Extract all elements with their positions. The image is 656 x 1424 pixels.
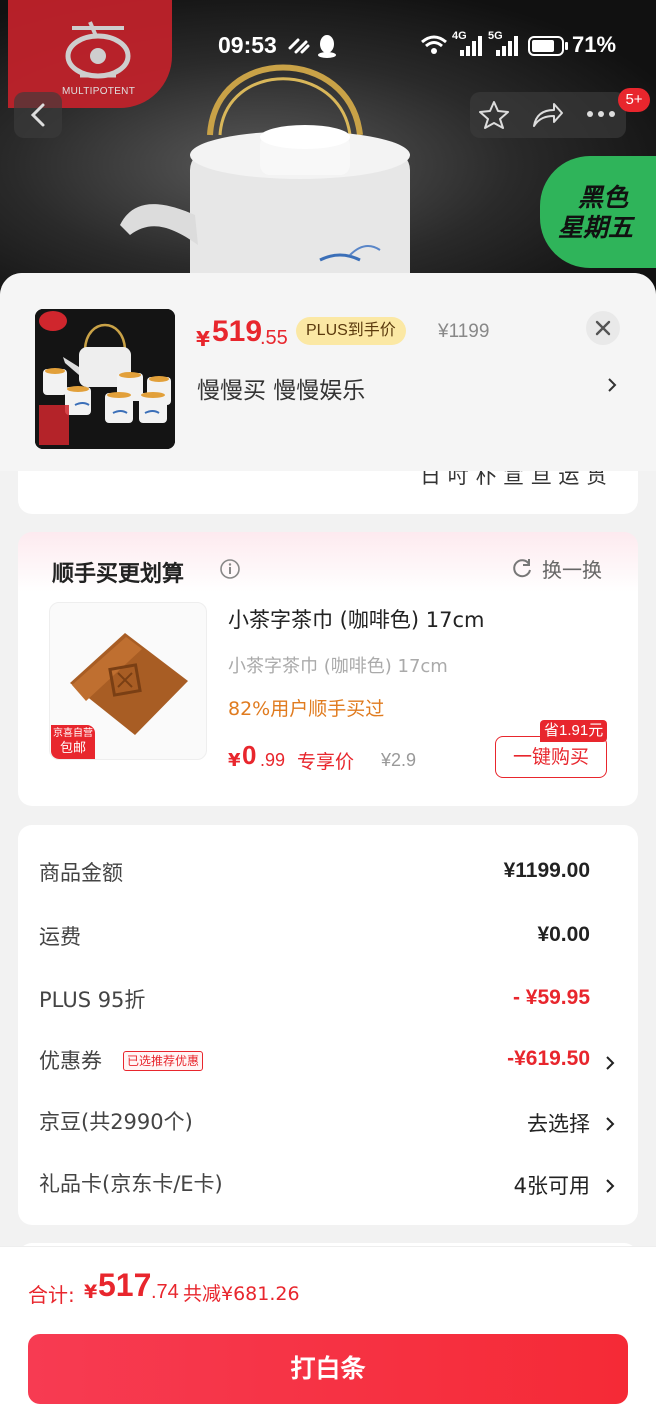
addon-badge-line2: 包邮 — [59, 741, 86, 756]
wifi-icon — [421, 35, 447, 54]
close-icon — [595, 320, 611, 336]
summary-label: 优惠券 — [39, 1049, 102, 1073]
addon-item-name[interactable]: 小茶字茶巾 (咖啡色) 17cm — [228, 604, 484, 634]
back-button[interactable] — [14, 92, 62, 138]
signal-5g-icon — [496, 36, 518, 56]
total-integer: 517 — [98, 1267, 152, 1303]
refresh-icon — [513, 559, 531, 578]
original-price: ¥1199 — [438, 321, 490, 342]
promo-line-2: 星期五 — [558, 213, 634, 242]
chevron-left-icon — [30, 103, 45, 127]
status-time: 09:53 — [218, 32, 277, 58]
product-thumbnail — [35, 309, 175, 449]
addon-item-spec: 小茶字茶巾 (咖啡色) 17cm — [228, 656, 448, 677]
summary-row-plus-discount: PLUS 95折 - ¥59.95 — [18, 980, 638, 1020]
summary-value: -¥619.50 — [507, 1047, 590, 1070]
price-decimal: .55 — [260, 327, 288, 349]
chevron-right-icon — [606, 1179, 615, 1193]
qq-icon — [318, 35, 336, 58]
black-friday-badge[interactable]: 黑色 星期五 — [540, 156, 656, 268]
swap-label: 换一换 — [542, 558, 602, 582]
summary-row-giftcard[interactable]: 礼品卡(京东卡/E卡) 4张可用 — [18, 1164, 638, 1204]
product-header: ¥ 519 .55 PLUS到手价 ¥1199 慢慢买 慢慢娱乐 — [0, 273, 656, 471]
price-integer: 519 — [212, 315, 263, 348]
status-bar: 09:53 4G 5G 71% — [0, 28, 656, 64]
total-label: 合计: — [28, 1283, 75, 1307]
summary-row-shipping: 运费 ¥0.00 — [18, 917, 638, 957]
pay-baitiao-button[interactable]: 打白条 — [28, 1334, 628, 1404]
battery-icon — [528, 36, 568, 56]
notification-badge: 5+ — [618, 88, 650, 112]
addon-badge-line1: 京喜自营 — [53, 728, 93, 739]
addon-price-integer: 0 — [242, 740, 257, 770]
summary-label: 京豆(共2990个) — [39, 1110, 193, 1134]
addon-section-title: 顺手买更划算 — [52, 562, 185, 587]
more-icon[interactable] — [586, 110, 616, 118]
summary-row-jingdou[interactable]: 京豆(共2990个) 去选择 — [18, 1102, 638, 1142]
addon-buyers-stat: 82%用户顺手买过 — [228, 698, 385, 720]
addon-exclusive-label: 专享价 — [297, 751, 355, 773]
summary-label: PLUS 95折 — [39, 988, 146, 1012]
plus-price-tag: PLUS到手价 — [296, 317, 406, 345]
summary-label: 礼品卡(京东卡/E卡) — [39, 1172, 223, 1196]
summary-row-subtotal: 商品金额 ¥1199.00 — [18, 853, 638, 893]
chevron-right-icon[interactable] — [604, 373, 620, 397]
info-icon[interactable] — [219, 558, 241, 580]
one-click-buy-button[interactable]: 一键购买 — [495, 736, 607, 778]
addon-item-image[interactable]: 京喜自营 包邮 — [49, 602, 207, 760]
total-decimal: .74 — [151, 1281, 179, 1303]
checkout-footer: 合计: ¥ 517 .74 共减¥681.26 打白条 — [0, 1246, 656, 1424]
coupon-recommended-tag: 已选推荐优惠 — [123, 1051, 204, 1071]
nav-action-group — [470, 92, 626, 138]
summary-value: 去选择 — [527, 1112, 590, 1136]
data-saver-icon — [288, 38, 310, 54]
addon-price-decimal: .99 — [260, 750, 286, 770]
addon-badge: 京喜自营 包邮 — [51, 725, 95, 759]
summary-row-coupon[interactable]: 优惠券 已选推荐优惠 -¥619.50 — [18, 1041, 638, 1081]
summary-value: ¥1199.00 — [503, 859, 590, 882]
addon-price-currency: ¥ — [228, 750, 241, 771]
price-summary-card: 商品金额 ¥1199.00 运费 ¥0.00 PLUS 95折 - ¥59.95… — [18, 825, 638, 1225]
battery-percent: 71% — [572, 32, 617, 57]
chevron-right-icon — [606, 1056, 615, 1070]
total-currency: ¥ — [84, 1281, 98, 1303]
summary-label: 商品金额 — [39, 861, 123, 885]
chevron-right-icon — [606, 1117, 615, 1131]
price-currency: ¥ — [196, 327, 210, 351]
share-icon[interactable] — [530, 100, 564, 130]
summary-value: - ¥59.95 — [512, 986, 590, 1009]
addon-card: 顺手买更划算 换一换 京喜自营 包邮 小茶字茶巾 (咖啡色) 17cm 小茶字茶… — [18, 532, 638, 806]
total-saved: 共减¥681.26 — [183, 1283, 300, 1305]
summary-label: 运费 — [39, 925, 81, 949]
star-icon[interactable] — [478, 100, 510, 130]
brand-logo-text: MULTIPOTENT — [62, 86, 136, 97]
product-subtitle[interactable]: 慢慢买 慢慢娱乐 — [197, 371, 365, 405]
summary-value: ¥0.00 — [537, 923, 590, 946]
addon-original-price: ¥2.9 — [381, 750, 417, 770]
signal-4g-icon — [460, 36, 482, 56]
addon-save-tag: 省1.91元 — [540, 720, 608, 742]
close-button[interactable] — [586, 311, 620, 345]
summary-value: 4张可用 — [513, 1174, 590, 1198]
